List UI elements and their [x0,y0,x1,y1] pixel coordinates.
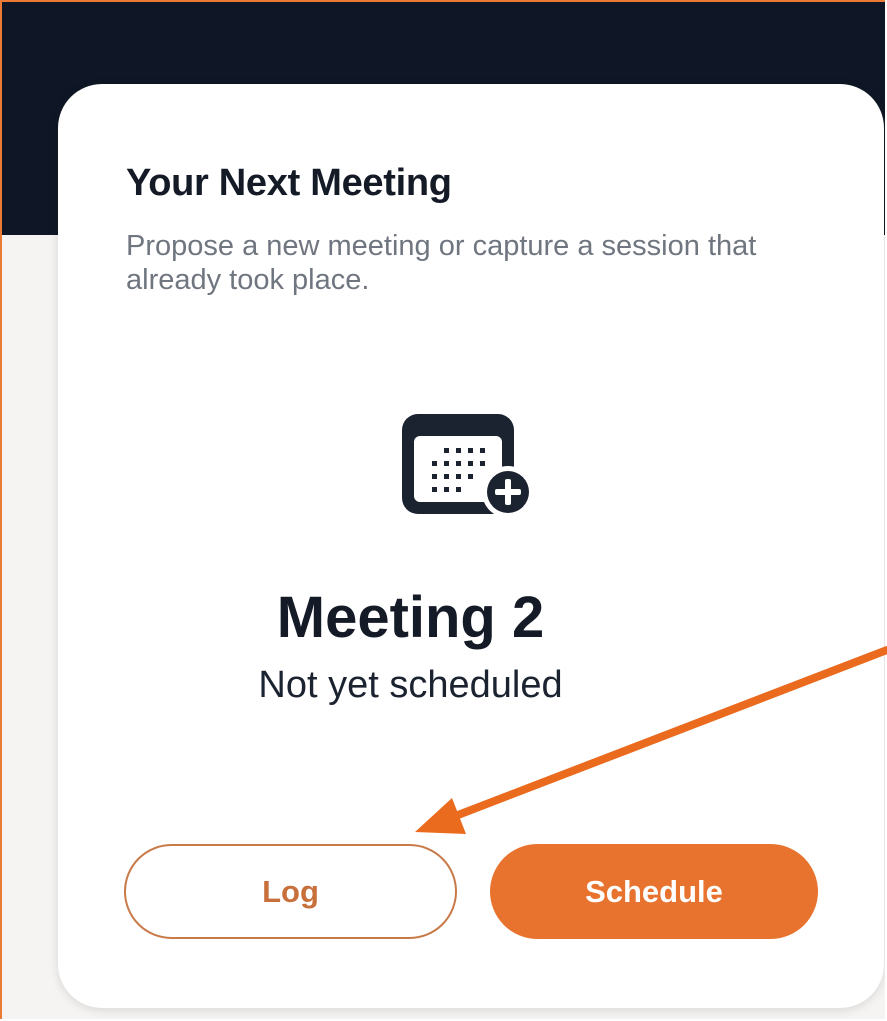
schedule-button[interactable]: Schedule [490,844,818,939]
meeting-status: Not yet scheduled [258,664,563,706]
card-subtitle: Propose a new meeting or capture a sessi… [126,230,757,296]
next-meeting-card: Your Next Meeting Propose a new meeting … [58,84,884,1008]
log-button[interactable]: Log [124,844,457,939]
calendar-add-icon [402,414,534,518]
meeting-name: Meeting 2 [276,585,545,650]
screenshot-frame: Your Next Meeting Propose a new meeting … [0,0,885,1019]
card-title: Your Next Meeting [126,162,452,204]
